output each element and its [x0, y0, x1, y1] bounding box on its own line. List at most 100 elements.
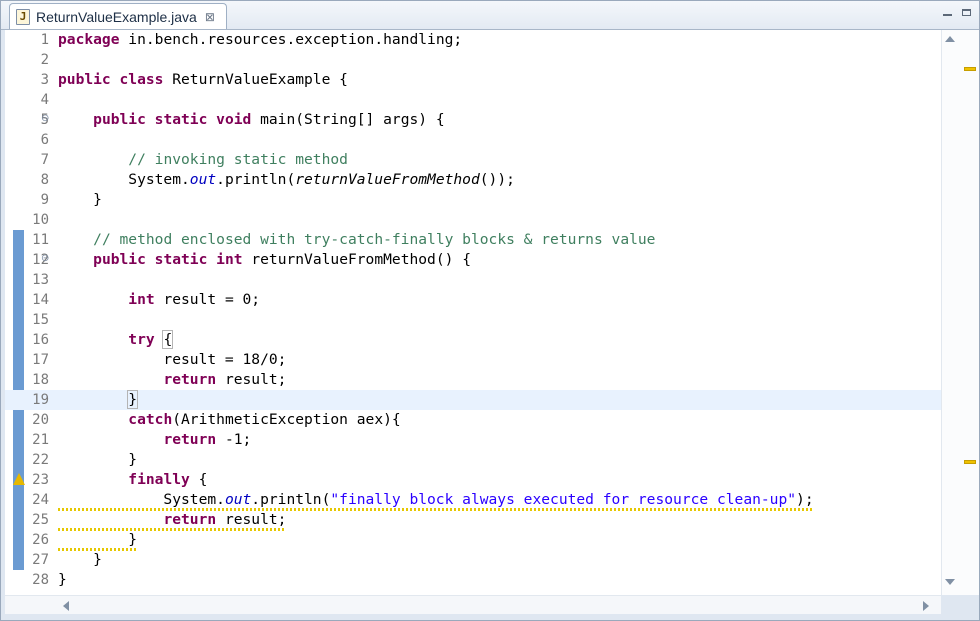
bottom-strip — [1, 614, 979, 620]
close-icon[interactable]: ⊠ — [205, 11, 215, 23]
code-line[interactable]: 3 public class ReturnValueExample { — [5, 70, 941, 90]
code-line[interactable]: 28} — [5, 570, 941, 590]
minimize-icon[interactable] — [940, 6, 954, 18]
code-line[interactable]: 25 return result; — [5, 510, 941, 531]
warning-icon[interactable] — [13, 473, 25, 485]
scroll-up-icon[interactable] — [945, 36, 955, 42]
code-token: void — [207, 111, 252, 128]
code-token: return — [163, 371, 217, 388]
code-line[interactable]: 7 // invoking static method — [5, 150, 941, 170]
code-line[interactable]: 10 — [5, 210, 941, 230]
line-number: 6 — [40, 132, 49, 148]
code-token: package — [58, 31, 120, 48]
line-number: 20 — [32, 412, 49, 428]
scroll-right-icon[interactable] — [923, 601, 929, 611]
line-number: 27 — [32, 552, 49, 568]
code-line[interactable]: 4 — [5, 90, 941, 110]
code-token: ReturnValueExample { — [163, 71, 348, 88]
line-number: 3 — [40, 72, 49, 88]
code-token: System. — [58, 491, 225, 508]
line-number: 26 — [32, 532, 49, 548]
code-token: System. — [58, 171, 190, 188]
code-token: .println( — [251, 491, 331, 508]
code-line[interactable]: 14 int result = 0; — [5, 290, 941, 310]
code-line[interactable]: 5 ⊝ public static void main(String[] args… — [5, 110, 941, 130]
code-line[interactable]: 27 } — [5, 550, 941, 570]
line-number: 11 — [32, 232, 49, 248]
code-line[interactable]: 1 package in.bench.resources.exception.ha… — [5, 30, 941, 50]
code-line[interactable]: 19 } — [5, 390, 941, 410]
code-token: static — [145, 111, 208, 128]
vertical-scrollbar[interactable] — [941, 30, 979, 595]
code-line[interactable]: 16 try { — [5, 330, 941, 350]
editor-tab-bar: J ReturnValueExample.java ⊠ — [1, 1, 979, 30]
code-token: in.bench.resources.exception.handling; — [119, 31, 463, 48]
code-token: (ArithmeticException aex){ — [172, 411, 401, 428]
line-number: 22 — [32, 452, 49, 468]
code-text: } — [58, 550, 102, 570]
code-token: out — [224, 491, 252, 508]
code-text: } — [58, 450, 137, 470]
editor-window: J ReturnValueExample.java ⊠ 1 package in.… — [0, 0, 980, 621]
tab-return-value-example[interactable]: J ReturnValueExample.java ⊠ — [9, 3, 227, 29]
code-line[interactable]: 13 — [5, 270, 941, 290]
code-editor[interactable]: 1 package in.bench.resources.exception.ha… — [5, 30, 941, 595]
code-line[interactable]: 11 // method enclosed with try-catch-fin… — [5, 230, 941, 250]
code-line[interactable]: 26 } — [5, 530, 941, 551]
line-number: 18 — [32, 372, 49, 388]
maximize-icon[interactable] — [959, 6, 973, 18]
code-line[interactable]: 20 catch(ArithmeticException aex){ — [5, 410, 941, 430]
code-token: .println( — [216, 171, 296, 188]
code-line[interactable]: 9 } — [5, 190, 941, 210]
warning-overview-marker[interactable] — [964, 460, 976, 464]
line-number: 4 — [40, 92, 49, 108]
scroll-down-icon[interactable] — [945, 579, 955, 585]
line-number: 7 — [40, 152, 49, 168]
code-line[interactable]: 8 System.out.println(returnValueFromMeth… — [5, 170, 941, 190]
code-line[interactable]: 17 result = 18/0; — [5, 350, 941, 370]
line-number: 8 — [40, 172, 49, 188]
code-text: } — [58, 190, 102, 210]
code-line[interactable]: 24 System.out.println("finally block alw… — [5, 490, 941, 511]
code-line[interactable]: 18 return result; — [5, 370, 941, 390]
code-line[interactable]: 22 } — [5, 450, 941, 470]
code-token: result; — [216, 511, 287, 528]
code-token: returnValueFromMethod() { — [242, 251, 471, 268]
code-line[interactable]: 21 return -1; — [5, 430, 941, 450]
code-token: // invoking static method — [128, 151, 348, 168]
code-text: // method enclosed with try-catch-finall… — [58, 230, 655, 250]
code-text: return result; — [58, 510, 286, 530]
code-line[interactable]: 2 — [5, 50, 941, 70]
overview-marker[interactable] — [964, 67, 976, 71]
code-token: class — [110, 71, 164, 88]
code-token: ); — [796, 491, 814, 508]
line-number: 21 — [32, 432, 49, 448]
code-text: } — [58, 530, 137, 550]
line-number: 19 — [32, 392, 49, 408]
code-line[interactable]: 12 ⊝ public static int returnValueFromMet… — [5, 250, 941, 270]
code-line[interactable]: 23 finally { — [5, 470, 941, 490]
code-text: return result; — [58, 370, 286, 390]
line-number: 15 — [32, 312, 49, 328]
fold-toggle-icon[interactable]: ⊝ — [41, 114, 49, 124]
code-line[interactable]: 15 — [5, 310, 941, 330]
code-token: result = 18/0; — [58, 351, 287, 368]
code-token: finally — [128, 471, 190, 488]
code-token: return — [163, 511, 217, 528]
fold-toggle-icon[interactable]: ⊝ — [41, 254, 49, 264]
line-number: 2 — [40, 52, 49, 68]
line-number: 9 — [40, 192, 49, 208]
scroll-left-icon[interactable] — [63, 601, 69, 611]
code-line[interactable]: 6 — [5, 130, 941, 150]
horizontal-scrollbar[interactable] — [5, 595, 941, 614]
java-file-icon: J — [16, 8, 30, 25]
